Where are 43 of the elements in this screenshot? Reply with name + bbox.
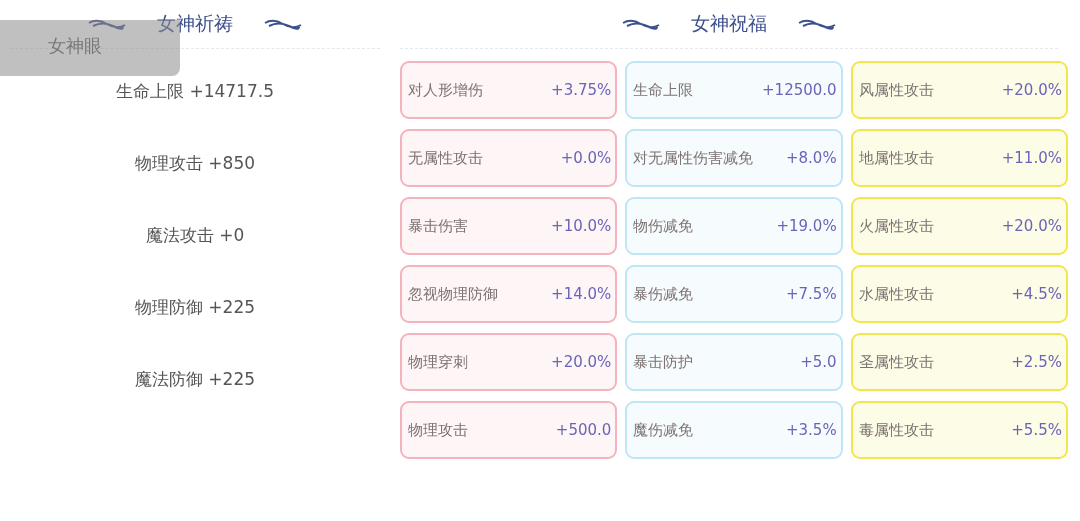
stat-value: +12500.0 — [762, 81, 837, 99]
stat-label: 地属性攻击 — [858, 149, 934, 167]
stat-value: +11.0% — [1001, 149, 1062, 167]
stat-label: 魔伤减免 — [633, 421, 694, 439]
stat-text: 生命上限 +14717.5 — [115, 80, 275, 103]
stat-label: 圣属性攻击 — [858, 353, 934, 371]
stat-label: 物理攻击 — [408, 421, 468, 439]
stat-text: 魔法攻击 +0 — [144, 224, 246, 247]
stat-value: +20.0% — [1001, 81, 1062, 99]
stat-label: 对无属性伤害减免 — [633, 149, 754, 167]
stat-value: +3.5% — [785, 421, 837, 439]
section-title: 女神祈祷 — [157, 11, 233, 36]
stat-label: 物伤减免 — [633, 217, 694, 235]
stat-label: 忽视物理防御 — [408, 285, 498, 303]
stat-value: +0.0% — [560, 149, 612, 167]
stat-value: +20.0% — [551, 353, 612, 371]
stat-text: 物理攻击 +850 — [133, 152, 257, 175]
stat-label: 物理穿刺 — [408, 353, 468, 371]
stat-label: 毒属性攻击 — [858, 421, 934, 439]
stat-value: +500.0 — [555, 421, 612, 439]
stat-value: +14.0% — [551, 285, 612, 303]
stat-label: 暴伤减免 — [633, 285, 694, 303]
stat-text: 物理防御 +225 — [133, 296, 257, 319]
stat-label: 无属性攻击 — [408, 149, 483, 167]
stat-value: +5.5% — [1011, 421, 1062, 439]
stat-value: +2.5% — [1011, 353, 1062, 371]
stat-label: 水属性攻击 — [858, 285, 934, 303]
section-title: 女神祝福 — [691, 11, 767, 36]
stat-value: +19.0% — [776, 217, 837, 235]
stat-value: +5.0 — [800, 353, 837, 371]
stat-label: 暴击伤害 — [408, 217, 468, 235]
stat-label: 火属性攻击 — [858, 217, 934, 235]
stat-label: 生命上限 — [633, 81, 694, 99]
stat-label: 对人形增伤 — [408, 81, 483, 99]
stat-value: +10.0% — [551, 217, 612, 235]
stat-label: 暴击防护 — [633, 353, 694, 371]
stat-value: +4.5% — [1011, 285, 1062, 303]
stat-value: +3.75% — [551, 81, 612, 99]
stat-text: 魔法防御 +225 — [133, 368, 257, 391]
stat-value: +7.5% — [785, 285, 837, 303]
stat-value: +8.0% — [785, 149, 837, 167]
stat-label: 风属性攻击 — [858, 81, 934, 99]
stat-value: +20.0% — [1001, 217, 1062, 235]
